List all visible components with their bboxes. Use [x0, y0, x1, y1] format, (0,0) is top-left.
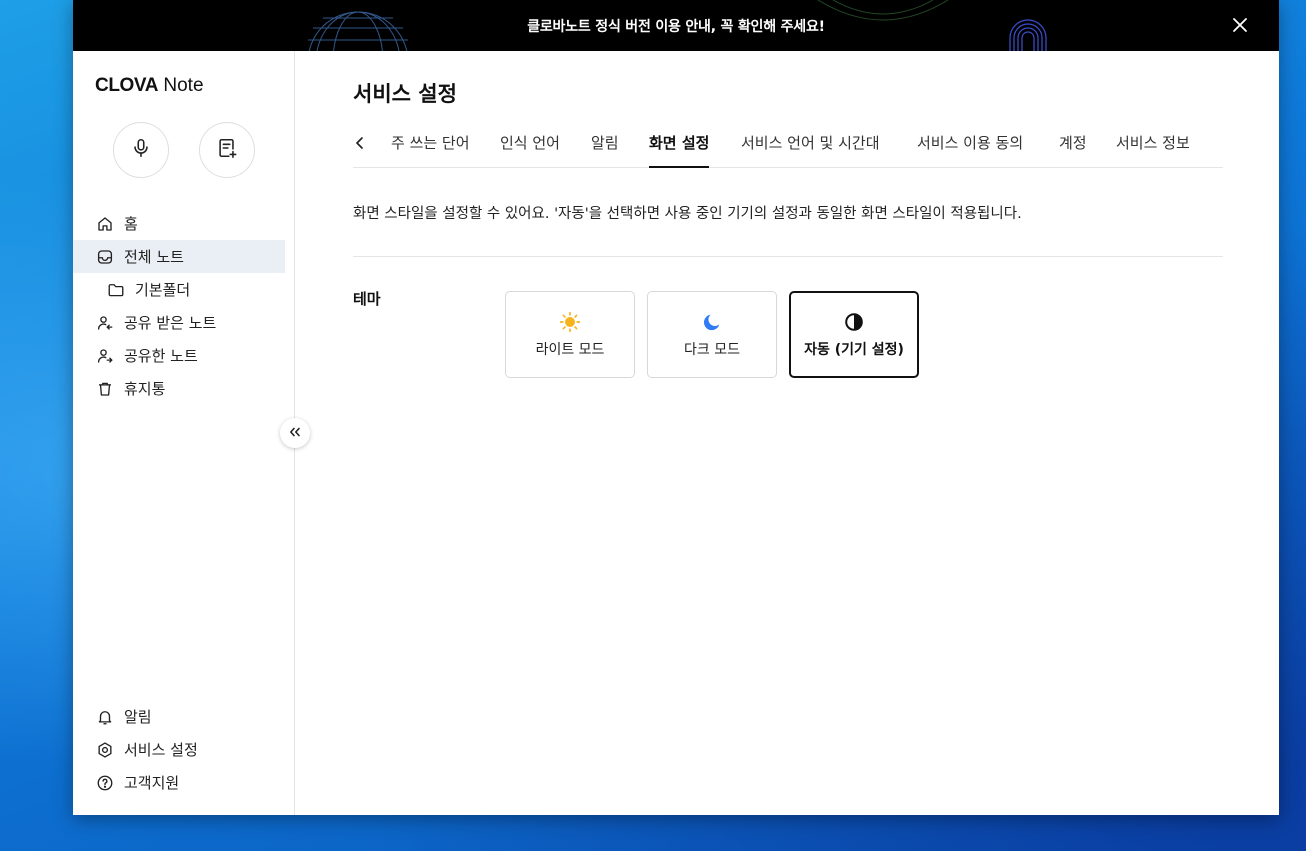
- microphone-icon: [130, 137, 152, 163]
- tab-service-agreement[interactable]: 서비스 이용 동의: [917, 132, 1023, 168]
- sidebar-item-support[interactable]: 고객지원: [73, 766, 285, 799]
- sidebar-item-label: 고객지원: [124, 774, 180, 792]
- sidebar-item-home[interactable]: 홈: [73, 207, 285, 240]
- bell-icon: [95, 707, 115, 727]
- inbox-icon: [95, 247, 115, 267]
- page-title: 서비스 설정: [353, 82, 457, 106]
- sidebar-item-trash[interactable]: 휴지통: [73, 372, 285, 405]
- sidebar: CLOVA Note 홈 전체 노트 기본폴더 공유 받은 노트 공유한 노트 …: [73, 51, 295, 815]
- chevron-left-icon[interactable]: [353, 134, 367, 152]
- tab-frequent-words[interactable]: 주 쓰는 단어: [391, 132, 470, 168]
- main-content: 서비스 설정 주 쓰는 단어 인식 언어 알림 화면 설정 서비스 언어 및 시…: [296, 51, 1279, 815]
- collapse-double-chevron-icon: [288, 424, 302, 443]
- tab-display-settings[interactable]: 화면 설정: [649, 132, 710, 168]
- sidebar-item-label: 서비스 설정: [124, 741, 198, 759]
- shared-in-icon: [95, 313, 115, 333]
- theme-option-auto[interactable]: 자동 (기기 설정): [789, 291, 919, 378]
- gear-icon: [95, 740, 115, 760]
- sidebar-item-label: 기본폴더: [135, 281, 191, 299]
- tab-notifications[interactable]: 알림: [591, 132, 619, 168]
- moon-icon: [701, 311, 723, 333]
- half-circle-icon: [843, 311, 865, 333]
- theme-option-label: 자동 (기기 설정): [804, 342, 904, 358]
- sun-icon: [559, 311, 581, 333]
- tab-language-timezone[interactable]: 서비스 언어 및 시간대: [741, 132, 880, 168]
- theme-label: 테마: [353, 290, 381, 308]
- settings-description: 화면 스타일을 설정할 수 있어요. '자동'을 선택하면 사용 중인 기기의 …: [353, 206, 1022, 222]
- sidebar-item-label: 전체 노트: [124, 248, 184, 266]
- divider: [353, 256, 1223, 257]
- close-icon[interactable]: [1227, 12, 1253, 38]
- sidebar-item-label: 공유한 노트: [124, 347, 198, 365]
- trash-icon: [95, 379, 115, 399]
- sidebar-item-label: 홈: [124, 215, 138, 233]
- app-window: 클로바노트 정식 버전 이용 안내, 꼭 확인해 주세요! CLOVA Note…: [73, 0, 1279, 815]
- shared-out-icon: [95, 346, 115, 366]
- tab-recognition-language[interactable]: 인식 언어: [500, 132, 560, 168]
- sidebar-item-shared-by-me[interactable]: 공유한 노트: [73, 339, 285, 372]
- sidebar-item-shared-with-me[interactable]: 공유 받은 노트: [73, 306, 285, 339]
- sidebar-item-default-folder[interactable]: 기본폴더: [73, 273, 285, 306]
- sidebar-item-label: 알림: [124, 708, 152, 726]
- sidebar-item-service-settings[interactable]: 서비스 설정: [73, 733, 285, 766]
- tab-account[interactable]: 계정: [1059, 132, 1087, 168]
- help-icon: [95, 773, 115, 793]
- sidebar-item-all-notes[interactable]: 전체 노트: [73, 240, 285, 273]
- new-note-button[interactable]: [199, 122, 255, 178]
- sidebar-item-notifications[interactable]: 알림: [73, 700, 285, 733]
- tab-service-info[interactable]: 서비스 정보: [1116, 132, 1190, 168]
- home-icon: [95, 214, 115, 234]
- announcement-banner[interactable]: 클로바노트 정식 버전 이용 안내, 꼭 확인해 주세요!: [73, 0, 1279, 51]
- theme-option-dark[interactable]: 다크 모드: [647, 291, 777, 378]
- sidebar-item-label: 공유 받은 노트: [124, 314, 217, 332]
- banner-text[interactable]: 클로바노트 정식 버전 이용 안내, 꼭 확인해 주세요!: [73, 16, 1279, 36]
- theme-option-label: 다크 모드: [684, 342, 740, 358]
- logo-product: Note: [158, 75, 204, 96]
- settings-tabs: 주 쓰는 단어 인식 언어 알림 화면 설정 서비스 언어 및 시간대 서비스 …: [353, 121, 1223, 168]
- new-note-icon: [216, 137, 238, 163]
- sidebar-collapse-button[interactable]: [280, 418, 310, 448]
- app-logo[interactable]: CLOVA Note: [95, 75, 204, 97]
- folder-icon: [106, 280, 126, 300]
- logo-brand: CLOVA: [95, 75, 159, 96]
- theme-option-light[interactable]: 라이트 모드: [505, 291, 635, 378]
- theme-option-label: 라이트 모드: [535, 342, 605, 358]
- record-button[interactable]: [113, 122, 169, 178]
- sidebar-item-label: 휴지통: [124, 380, 166, 398]
